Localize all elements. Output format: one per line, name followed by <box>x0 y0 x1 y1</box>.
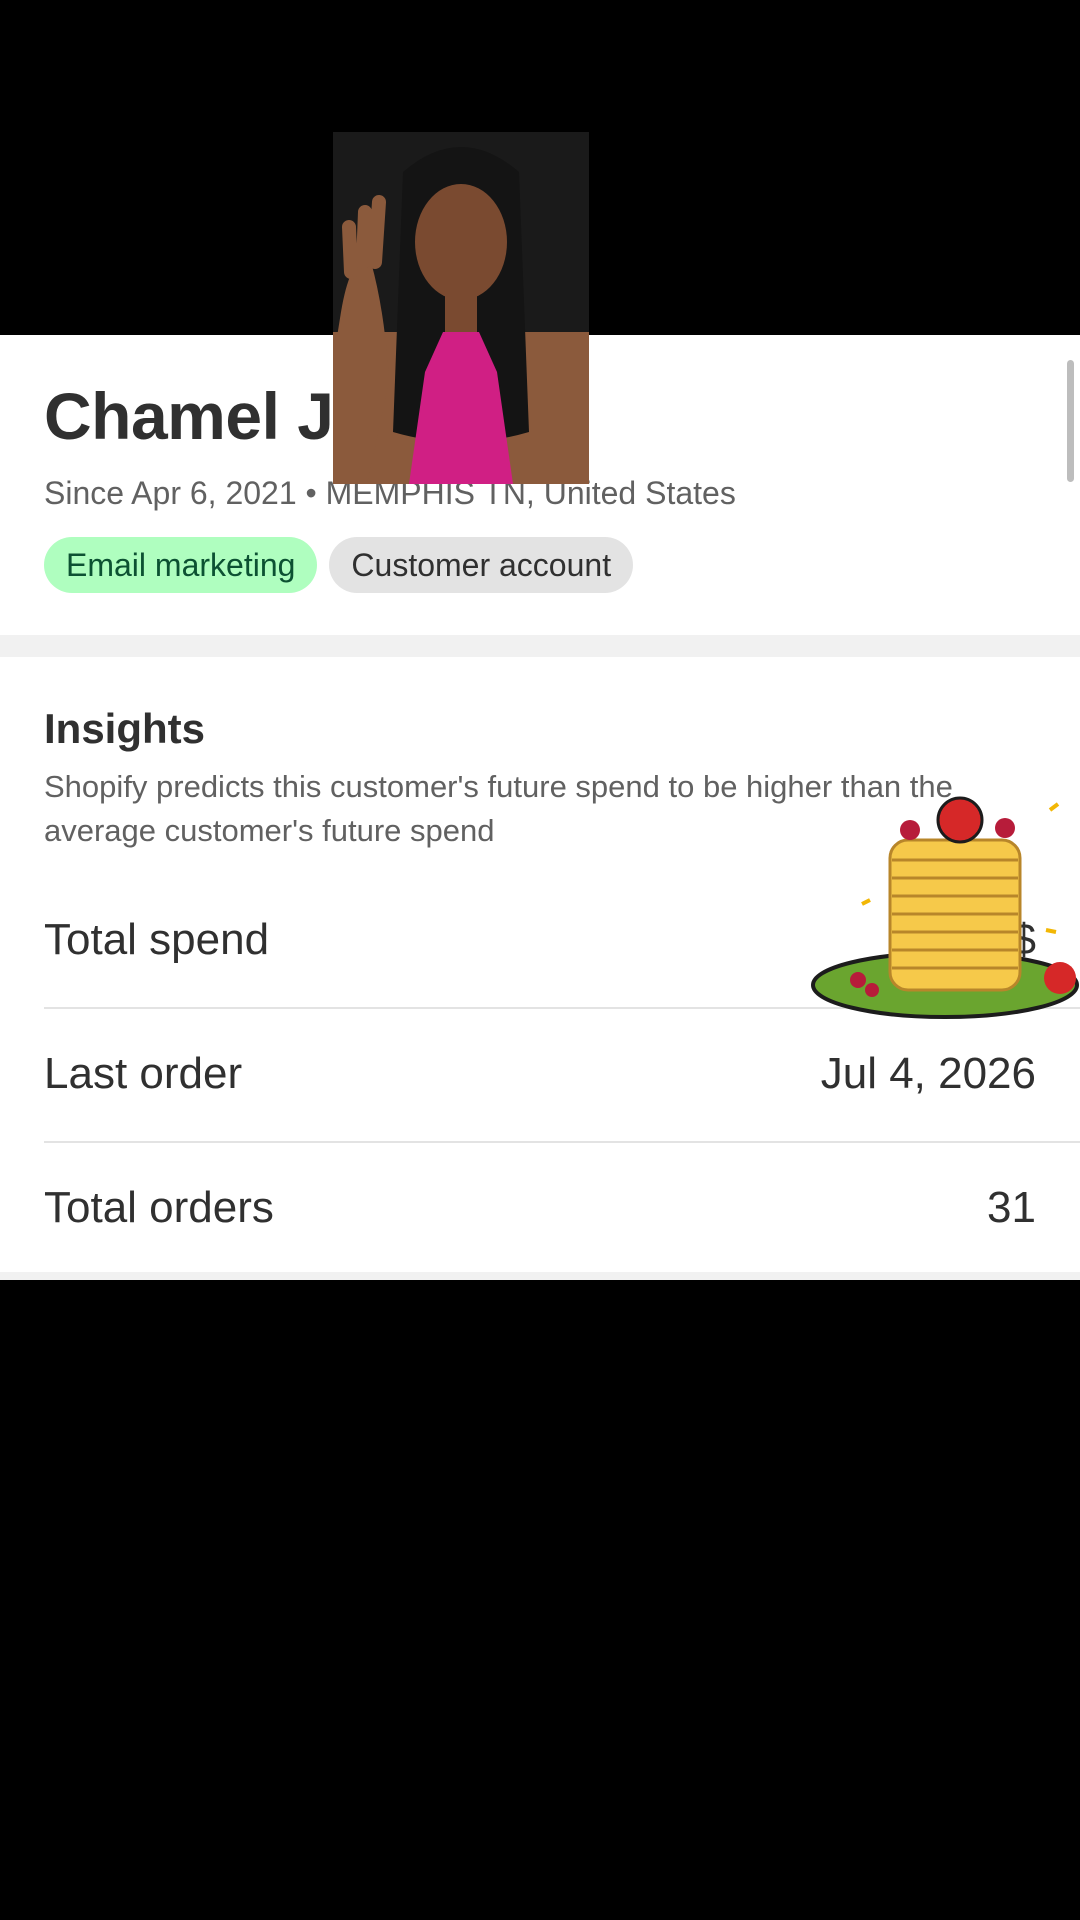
insight-row-total-orders[interactable]: Total orders 31 <box>44 1141 1080 1275</box>
insight-value: 31 <box>987 1183 1036 1232</box>
insight-label: Total spend <box>44 915 270 964</box>
email-marketing-badge: Email marketing <box>44 537 318 593</box>
customer-account-badge: Customer account <box>329 537 634 593</box>
insights-title: Insights <box>44 705 206 752</box>
pancake-stack-icon <box>810 790 1080 1020</box>
section-divider <box>0 635 1080 657</box>
badge-list: Email marketing Customer account <box>44 537 634 593</box>
person-video-overlay <box>333 132 589 484</box>
insight-row-last-order[interactable]: Last order Jul 4, 2026 <box>44 1007 1080 1143</box>
customer-name: Chamel J <box>44 379 334 453</box>
insight-label: Total orders <box>44 1183 274 1232</box>
bottom-divider <box>0 1272 1080 1280</box>
insight-label: Last order <box>44 1049 243 1098</box>
scrollbar[interactable] <box>1067 360 1074 482</box>
insight-value: Jul 4, 2026 <box>820 1049 1036 1098</box>
